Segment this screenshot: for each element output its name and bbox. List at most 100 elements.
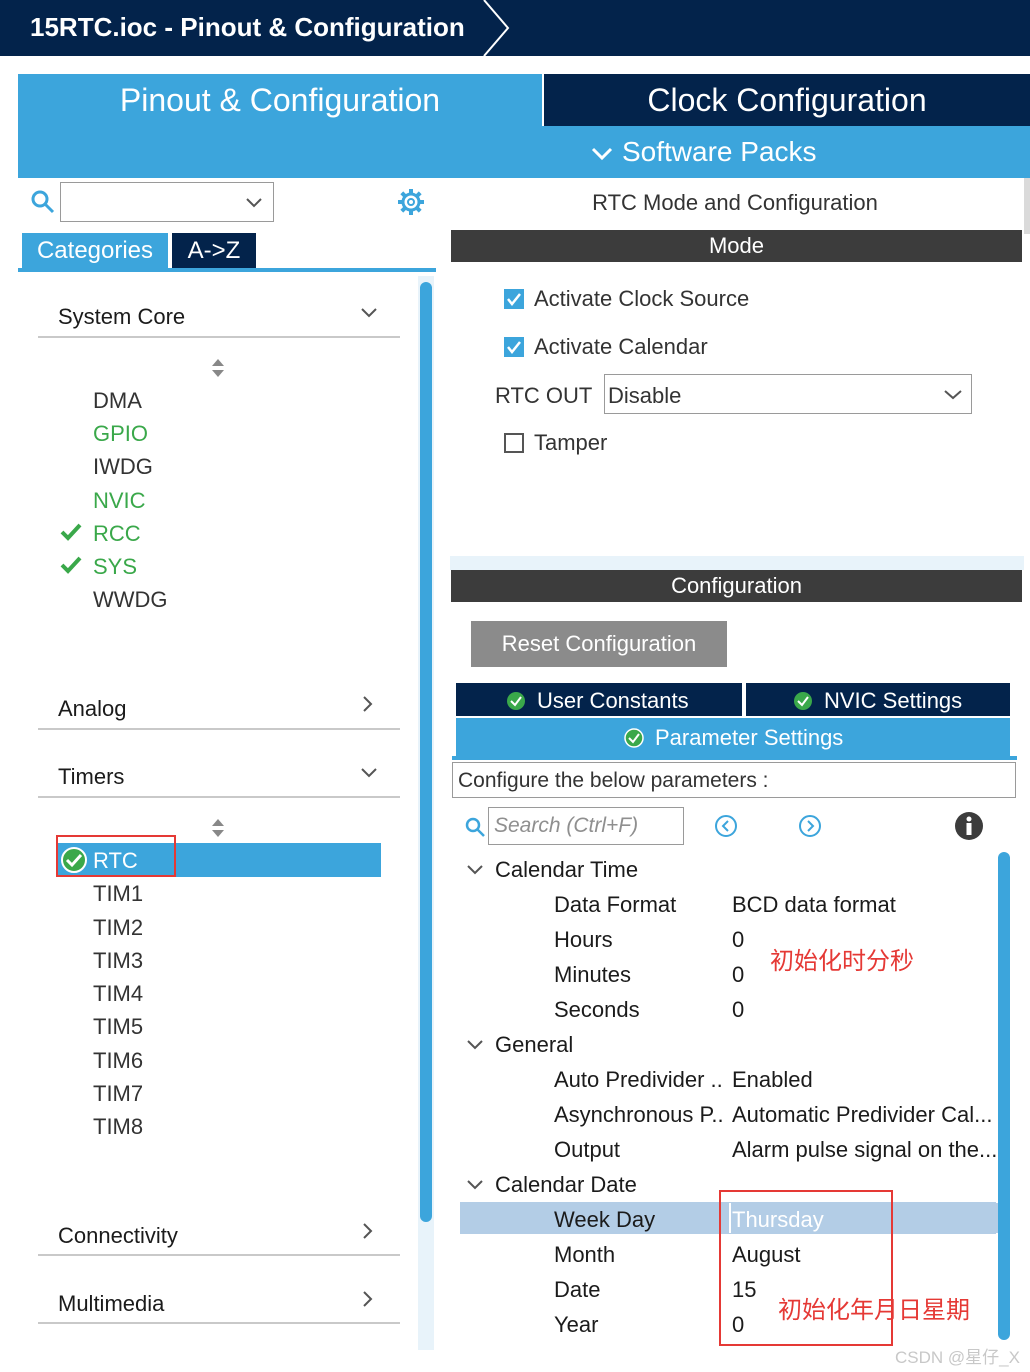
tab-user-constants[interactable]: User Constants [456, 683, 742, 716]
activate-clock-source-checkbox[interactable] [504, 289, 524, 309]
tab-user-constants-label: User Constants [537, 688, 689, 713]
param-value[interactable]: BCD data format [732, 892, 996, 918]
list-item-sys[interactable]: SYS [93, 554, 137, 580]
list-item-nvic[interactable]: NVIC [93, 488, 146, 514]
annotation-date-note: 初始化年月日星期 [778, 1297, 970, 1324]
list-item-tim4[interactable]: TIM4 [93, 981, 143, 1007]
check-icon [60, 523, 82, 541]
list-item-tim6[interactable]: TIM6 [93, 1048, 143, 1074]
right-scrollbar-thumb[interactable] [998, 852, 1010, 1340]
sort-icon[interactable] [210, 358, 226, 378]
list-item-tim2[interactable]: TIM2 [93, 915, 143, 941]
previous-icon[interactable] [714, 814, 738, 838]
param-name: Hours [554, 927, 613, 952]
param-value[interactable]: Alarm pulse signal on the... [732, 1137, 996, 1163]
chevron-down-icon [591, 147, 613, 160]
group-calendar-date[interactable]: Calendar Date [495, 1172, 637, 1198]
chevron-down-icon[interactable] [360, 767, 378, 779]
chevron-down-icon[interactable] [943, 389, 963, 401]
category-system-core[interactable]: System Core [58, 304, 185, 330]
software-packs-label: Software Packs [622, 136, 817, 167]
configure-description: Configure the below parameters : [458, 769, 769, 792]
divider [38, 728, 400, 730]
check-circle-icon [794, 692, 812, 710]
tab-parameter-settings[interactable]: Parameter Settings [456, 718, 1010, 758]
divider [38, 336, 400, 338]
tab-pinout-configuration[interactable]: Pinout & Configuration [18, 74, 542, 126]
search-icon[interactable] [30, 189, 56, 215]
param-name: Seconds [554, 997, 640, 1022]
param-name: Year [554, 1312, 599, 1337]
annotation-time-note: 初始化时分秒 [770, 948, 914, 975]
panel-title: RTC Mode and Configuration [592, 190, 878, 215]
list-item-tim1[interactable]: TIM1 [93, 881, 143, 907]
group-calendar-time[interactable]: Calendar Time [495, 857, 638, 883]
param-name: Auto Predivider .. [554, 1067, 723, 1092]
breadcrumb-chevron-icon [483, 0, 510, 56]
tab-nvic-settings-label: NVIC Settings [824, 688, 963, 713]
tab-categories[interactable]: Categories [22, 233, 168, 269]
tamper-label: Tamper [534, 430, 608, 455]
tab-parameter-settings-label: Parameter Settings [655, 725, 844, 750]
gear-icon[interactable] [396, 187, 426, 217]
tab-nvic-settings[interactable]: NVIC Settings [746, 683, 1010, 716]
divider [38, 1254, 400, 1256]
param-name: Asynchronous P.. [554, 1102, 724, 1127]
chevron-right-icon[interactable] [362, 1290, 374, 1308]
configuration-header: Configuration [451, 570, 1022, 602]
list-item-rcc[interactable]: RCC [93, 521, 141, 547]
mode-header: Mode [451, 230, 1022, 262]
list-item-dma[interactable]: DMA [93, 388, 142, 414]
tab-underline [452, 756, 1017, 760]
list-item-gpio[interactable]: GPIO [93, 421, 148, 447]
software-packs-menu[interactable]: Software Packs [18, 126, 1030, 178]
watermark: CSDN @星仔_X [895, 1348, 1020, 1367]
param-value[interactable]: 0 [732, 997, 996, 1023]
chevron-down-icon[interactable] [466, 1179, 484, 1191]
category-timers[interactable]: Timers [58, 764, 124, 790]
left-scrollbar-thumb[interactable] [420, 282, 432, 1222]
sort-icon[interactable] [210, 818, 226, 838]
group-general[interactable]: General [495, 1032, 573, 1058]
activate-calendar-label: Activate Calendar [534, 334, 708, 359]
info-icon[interactable] [954, 811, 984, 841]
list-item-wwdg[interactable]: WWDG [93, 587, 168, 613]
chevron-down-icon[interactable] [245, 197, 263, 209]
param-value[interactable]: Enabled [732, 1067, 996, 1093]
param-name: Output [554, 1137, 621, 1162]
check-circle-icon [624, 728, 644, 748]
search-icon[interactable] [464, 816, 486, 838]
chevron-right-icon[interactable] [362, 695, 374, 713]
param-value[interactable]: Automatic Predivider Cal... [732, 1102, 996, 1128]
tab-a-to-z[interactable]: A->Z [172, 233, 256, 269]
list-item-tim8[interactable]: TIM8 [93, 1114, 143, 1140]
category-connectivity[interactable]: Connectivity [58, 1223, 178, 1249]
chevron-down-icon[interactable] [466, 864, 484, 876]
check-icon [60, 556, 82, 574]
param-name: Minutes [554, 962, 632, 987]
param-name: Month [554, 1242, 616, 1267]
tamper-checkbox[interactable] [504, 433, 524, 453]
chevron-down-icon[interactable] [360, 307, 378, 319]
category-analog[interactable]: Analog [58, 696, 127, 722]
param-name: Date [554, 1277, 601, 1302]
chevron-right-icon[interactable] [362, 1222, 374, 1240]
category-multimedia[interactable]: Multimedia [58, 1291, 164, 1317]
category-search-input[interactable] [60, 182, 274, 222]
activate-calendar-checkbox[interactable] [504, 337, 524, 357]
tab-underline [18, 268, 436, 272]
next-icon[interactable] [798, 814, 822, 838]
reset-configuration-button[interactable]: Reset Configuration [471, 621, 727, 667]
annotation-box [56, 835, 176, 877]
list-item-iwdg[interactable]: IWDG [93, 454, 153, 480]
list-item-tim7[interactable]: TIM7 [93, 1081, 143, 1107]
tab-clock-configuration[interactable]: Clock Configuration [544, 74, 1030, 126]
parameter-search-placeholder: Search (Ctrl+F) [494, 814, 639, 837]
check-icon [507, 341, 521, 355]
list-item-tim5[interactable]: TIM5 [93, 1014, 143, 1040]
check-icon [507, 293, 521, 307]
chevron-down-icon[interactable] [466, 1039, 484, 1051]
param-name: Week Day [554, 1207, 656, 1232]
rtc-out-label: RTC OUT [495, 383, 593, 408]
list-item-tim3[interactable]: TIM3 [93, 948, 143, 974]
